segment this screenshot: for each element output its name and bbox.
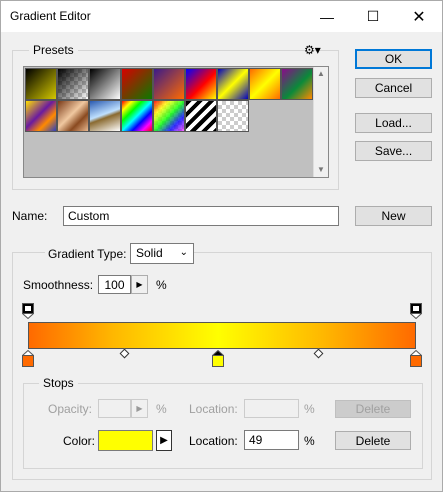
color-location-input[interactable]: 49 [244, 430, 299, 450]
minimize-icon[interactable]: — [304, 1, 350, 32]
color-delete-button[interactable]: Delete [335, 431, 411, 450]
opacity-delete-button[interactable]: Delete [335, 400, 411, 418]
opacity-label: Opacity: [48, 402, 93, 416]
smoothness-unit: % [156, 278, 167, 292]
opacity-location-unit: % [304, 402, 315, 416]
preset-swatch-copper[interactable] [57, 100, 89, 132]
preset-swatch-blue-yellow-blue[interactable] [217, 68, 249, 100]
preset-swatch-red-green[interactable] [121, 68, 153, 100]
preset-swatch-black-white[interactable] [89, 68, 121, 100]
new-button[interactable]: New [355, 206, 432, 226]
load-button[interactable]: Load... [355, 113, 432, 133]
chevron-down-icon: ⌄ [179, 247, 188, 258]
opacity-stop[interactable] [409, 303, 423, 320]
name-input[interactable]: Custom [63, 206, 339, 226]
preset-swatch-yellow-violet-orange-blue[interactable] [25, 100, 57, 132]
preset-swatch-chrome[interactable] [89, 100, 121, 132]
maximize-icon[interactable]: ☐ [350, 1, 396, 32]
stops-group [23, 383, 423, 469]
save-button[interactable]: Save... [355, 141, 432, 161]
opacity-stop[interactable] [21, 303, 35, 320]
opacity-unit: % [156, 402, 167, 416]
cancel-button[interactable]: Cancel [355, 78, 432, 98]
preset-swatch-transparent-stripes[interactable] [185, 100, 217, 132]
smoothness-arrow-icon[interactable]: ▶ [131, 275, 148, 294]
presets-legend: Presets [29, 43, 78, 57]
preset-swatch-orange-yellow-orange[interactable] [249, 68, 281, 100]
preset-swatch-violet-green-orange[interactable] [281, 68, 313, 100]
preset-swatch-spectrum[interactable] [121, 100, 153, 132]
name-label: Name: [12, 209, 48, 223]
preset-swatch-violet-orange[interactable] [153, 68, 185, 100]
preset-swatch-blue-red-yellow[interactable] [185, 68, 217, 100]
preset-swatch-transparent[interactable] [217, 100, 249, 132]
stops-legend: Stops [39, 376, 78, 390]
close-icon[interactable]: ✕ [396, 1, 442, 32]
ok-button[interactable]: OK [355, 49, 432, 69]
scroll-down-icon[interactable]: ▼ [317, 165, 325, 174]
color-menu-arrow-icon[interactable]: ▶ [156, 430, 172, 451]
gradient-type-value: Solid [136, 246, 163, 260]
smoothness-label: Smoothness: [23, 278, 94, 292]
preset-swatch-foreground-to-transparent[interactable] [57, 68, 89, 100]
opacity-arrow-icon[interactable]: ▶ [131, 399, 148, 418]
color-label: Color: [63, 434, 96, 448]
color-location-unit: % [304, 434, 315, 448]
smoothness-input[interactable]: 100 [98, 275, 131, 294]
scroll-up-icon[interactable]: ▲ [317, 69, 325, 78]
opacity-location-input[interactable] [244, 399, 299, 418]
presets-list[interactable] [23, 66, 329, 178]
opacity-input[interactable] [98, 399, 131, 418]
presets-scrollbar[interactable]: ▲ ▼ [313, 67, 328, 177]
gear-icon[interactable]: ⚙▾ [304, 43, 321, 57]
opacity-location-label: Location: [189, 402, 238, 416]
window-title: Gradient Editor [10, 9, 91, 23]
color-stop[interactable] [21, 349, 35, 367]
color-stop[interactable] [211, 349, 225, 367]
preset-swatch-foreground-to-background[interactable] [25, 68, 57, 100]
gradient-editor-window: Gradient Editor — ☐ ✕ Presets ⚙▾ ▲ ▼ OK … [0, 0, 443, 492]
gradient-type-label: Gradient Type: [45, 247, 130, 261]
color-swatch[interactable] [98, 430, 153, 451]
preset-swatch-transparent-rainbow[interactable] [153, 100, 185, 132]
color-stop[interactable] [409, 349, 423, 367]
color-location-label: Location: [189, 434, 238, 448]
title-bar: Gradient Editor — ☐ ✕ [1, 1, 442, 32]
gradient-type-select[interactable]: Solid ⌄ [130, 243, 194, 264]
gradient-preview-bar[interactable] [28, 322, 416, 349]
